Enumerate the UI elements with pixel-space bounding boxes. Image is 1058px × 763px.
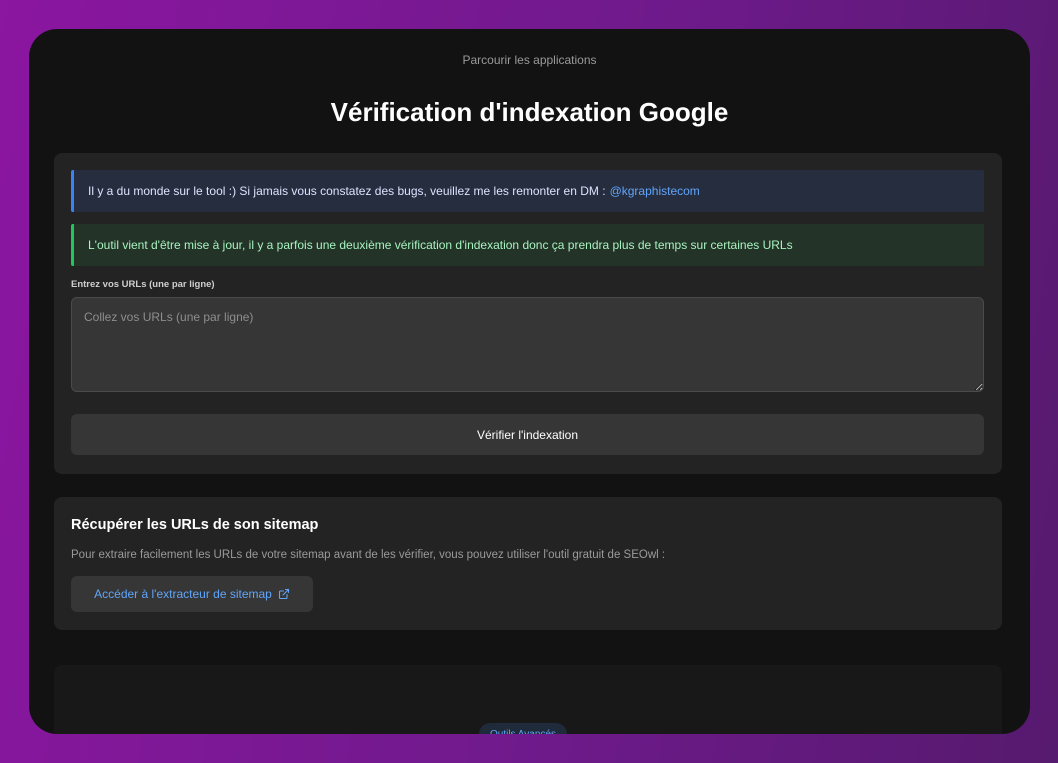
indexation-form-card: Il y a du monde sur le tool :) Si jamais… [54, 153, 1002, 474]
sitemap-extractor-link[interactable]: Accéder à l'extracteur de sitemap [71, 576, 313, 612]
sitemap-description: Pour extraire facilement les URLs de vot… [71, 549, 666, 561]
sitemap-card: Récupérer les URLs de son sitemap Pour e… [54, 497, 1002, 630]
info-alert: Il y a du monde sur le tool :) Si jamais… [71, 170, 984, 212]
update-alert: L'outil vient d'être mise à jour, il y a… [71, 224, 984, 266]
dm-handle-link[interactable]: @kgraphistecom [610, 184, 700, 198]
urls-input[interactable] [71, 297, 984, 392]
external-link-icon [278, 588, 289, 600]
update-alert-text: L'outil vient d'être mise à jour, il y a… [88, 238, 793, 252]
sitemap-title: Récupérer les URLs de son sitemap [71, 517, 319, 533]
urls-label: Entrez vos URLs (une par ligne) [71, 279, 215, 290]
sitemap-extractor-label: Accéder à l'extracteur de sitemap [94, 587, 272, 601]
browse-apps-link[interactable]: Parcourir les applications [29, 53, 1030, 67]
app-window: Parcourir les applications Vérification … [29, 29, 1030, 734]
verify-indexation-button[interactable]: Vérifier l'indexation [71, 414, 984, 455]
info-alert-text: Il y a du monde sur le tool :) Si jamais… [88, 184, 606, 198]
advanced-tools-badge[interactable]: Outils Avancés [479, 723, 567, 734]
page-title: Vérification d'indexation Google [330, 97, 729, 127]
